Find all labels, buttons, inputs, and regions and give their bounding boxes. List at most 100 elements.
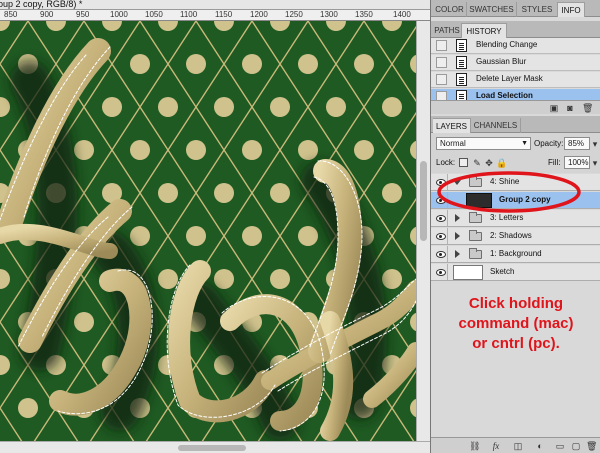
ruler-label: 1100 bbox=[180, 10, 198, 19]
layer-row-letters[interactable]: 3: Letters bbox=[431, 210, 600, 227]
instruction-annotation: Click holding command (mac) or cntrl (pc… bbox=[431, 294, 600, 354]
horizontal-ruler: 850 900 950 1000 1050 1100 1150 1200 125… bbox=[0, 10, 430, 21]
layer-thumbnail[interactable] bbox=[466, 193, 492, 208]
chevron-down-icon: ▼ bbox=[521, 140, 528, 147]
folder-icon bbox=[469, 212, 482, 223]
horizontal-scrollbar[interactable] bbox=[0, 441, 430, 453]
layer-row-shine[interactable]: 4: Shine bbox=[431, 174, 600, 191]
history-brush-source-box[interactable] bbox=[436, 74, 447, 85]
document-window: oup 2 copy, RGB/8) * 850 900 950 1000 10… bbox=[0, 0, 430, 453]
layers-panel-tabs: LAYERS CHANNELS bbox=[431, 116, 600, 133]
adjustment-icon[interactable]: ◐ bbox=[535, 441, 545, 451]
ruler-label: 1300 bbox=[320, 10, 338, 19]
ruler-label: 900 bbox=[40, 10, 54, 19]
fill-label: Fill: bbox=[548, 158, 561, 167]
lock-move-icon[interactable]: ✥ bbox=[484, 158, 494, 168]
layer-row-shadows[interactable]: 2: Shadows bbox=[431, 228, 600, 245]
ruler-label: 1250 bbox=[285, 10, 303, 19]
layer-name: Group 2 copy bbox=[499, 195, 551, 204]
canvas-artwork bbox=[0, 21, 416, 441]
layer-name: 2: Shadows bbox=[490, 231, 532, 240]
instruction-line: command (mac) bbox=[458, 315, 574, 332]
layers-options: Normal ▼ Opacity: 85% ▾ Lock: ✎ ✥ 🔒 Fill… bbox=[431, 133, 600, 173]
history-item-label: Delete Layer Mask bbox=[476, 74, 543, 83]
eye-icon[interactable] bbox=[432, 246, 448, 262]
new-layer-icon[interactable]: ▢ bbox=[571, 441, 581, 451]
ruler-label: 1050 bbox=[145, 10, 163, 19]
eye-icon[interactable] bbox=[432, 228, 448, 244]
ruler-label: 850 bbox=[4, 10, 18, 19]
history-panel-tabs: PATHS HISTORY bbox=[431, 21, 600, 38]
ruler-label: 1350 bbox=[355, 10, 373, 19]
image-canvas[interactable] bbox=[0, 21, 416, 441]
tab-styles[interactable]: STYLES bbox=[517, 2, 558, 17]
layer-name: 1: Background bbox=[490, 249, 542, 258]
new-document-from-state-icon[interactable]: ▣ bbox=[549, 103, 559, 113]
opacity-label: Opacity: bbox=[534, 139, 564, 148]
fill-field[interactable]: 100% bbox=[564, 156, 590, 169]
layer-thumbnail[interactable] bbox=[453, 265, 483, 280]
chevron-right-icon[interactable] bbox=[455, 250, 460, 258]
tab-history[interactable]: HISTORY bbox=[462, 23, 507, 38]
history-brush-source-box[interactable] bbox=[436, 57, 447, 68]
opacity-field[interactable]: 85% bbox=[564, 137, 590, 150]
instruction-line: Click holding bbox=[468, 295, 564, 312]
ruler-label: 1200 bbox=[250, 10, 268, 19]
instruction-line: or cntrl (pc). bbox=[472, 335, 560, 352]
history-state-icon bbox=[456, 56, 467, 69]
history-state-icon bbox=[456, 73, 467, 86]
tab-layers[interactable]: LAYERS bbox=[433, 118, 471, 133]
blend-mode-select[interactable]: Normal ▼ bbox=[436, 137, 531, 150]
layer-row-sketch[interactable]: Sketch bbox=[431, 264, 600, 281]
ruler-label: 1400 bbox=[393, 10, 411, 19]
chevron-right-icon[interactable] bbox=[455, 232, 460, 240]
history-item-label: Load Selection bbox=[476, 91, 533, 100]
vertical-scrollbar[interactable] bbox=[416, 21, 430, 441]
link-icon[interactable]: ⛓ bbox=[469, 441, 480, 451]
eye-icon[interactable] bbox=[432, 210, 448, 226]
layers-footer: ⛓ fx ◫ ◐ ▭ ▢ 🗑 bbox=[431, 437, 600, 453]
lock-icon[interactable]: 🔒 bbox=[496, 158, 507, 168]
eye-icon[interactable] bbox=[432, 264, 448, 280]
trash-icon[interactable]: 🗑 bbox=[586, 441, 597, 451]
lock-transparent-icon[interactable] bbox=[459, 158, 468, 167]
mask-icon[interactable]: ◫ bbox=[513, 441, 523, 451]
chevron-down-icon[interactable]: ▾ bbox=[590, 158, 600, 168]
fx-icon[interactable]: fx bbox=[491, 441, 501, 451]
lock-label: Lock: bbox=[436, 158, 456, 167]
chevron-down-icon[interactable]: ▾ bbox=[590, 139, 600, 149]
document-title: oup 2 copy, RGB/8) * bbox=[0, 0, 83, 9]
scroll-thumb[interactable] bbox=[178, 445, 246, 451]
folder-icon bbox=[469, 230, 482, 241]
trash-icon[interactable]: 🗑 bbox=[582, 103, 593, 113]
layer-row-background[interactable]: 1: Background bbox=[431, 246, 600, 263]
tab-paths[interactable]: PATHS bbox=[433, 23, 462, 38]
history-item[interactable]: Gaussian Blur bbox=[431, 55, 600, 71]
tab-color[interactable]: COLOR bbox=[433, 2, 467, 17]
folder-icon bbox=[469, 248, 482, 259]
folder-icon bbox=[469, 176, 482, 187]
layer-name: 4: Shine bbox=[490, 177, 520, 186]
ruler-label: 1150 bbox=[215, 10, 233, 19]
layer-row-group-2-copy[interactable]: Group 2 copy bbox=[431, 192, 600, 209]
chevron-down-icon[interactable] bbox=[453, 180, 461, 185]
lock-brush-icon[interactable]: ✎ bbox=[472, 158, 482, 168]
history-item[interactable]: Blending Change bbox=[431, 38, 600, 54]
document-tab[interactable]: oup 2 copy, RGB/8) * bbox=[0, 0, 430, 10]
history-item[interactable]: Delete Layer Mask bbox=[431, 72, 600, 88]
layer-name: 3: Letters bbox=[490, 213, 524, 222]
ruler-label: 1000 bbox=[110, 10, 128, 19]
tab-channels[interactable]: CHANNELS bbox=[471, 118, 521, 133]
panels-dock: COLOR SWATCHES STYLES INFO PATHS HISTORY… bbox=[430, 0, 600, 453]
tab-swatches[interactable]: SWATCHES bbox=[467, 2, 517, 17]
new-group-icon[interactable]: ▭ bbox=[555, 441, 565, 451]
layer-name: Sketch bbox=[490, 267, 515, 276]
eye-icon[interactable] bbox=[432, 192, 448, 208]
history-brush-source-box[interactable] bbox=[436, 40, 447, 51]
scroll-thumb[interactable] bbox=[420, 161, 427, 241]
history-footer: ▣ ◙ 🗑 bbox=[431, 100, 600, 114]
tab-info[interactable]: INFO bbox=[558, 2, 585, 17]
eye-icon[interactable] bbox=[432, 174, 448, 190]
snapshot-icon[interactable]: ◙ bbox=[565, 103, 575, 113]
chevron-right-icon[interactable] bbox=[455, 214, 460, 222]
